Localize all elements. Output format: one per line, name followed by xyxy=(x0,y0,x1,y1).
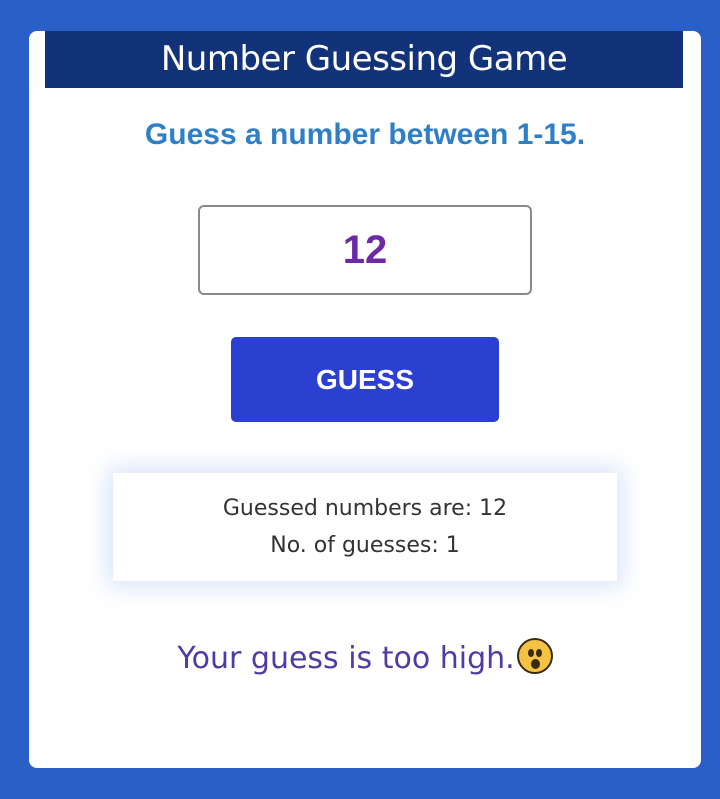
instruction-text: Guess a number between 1-15. xyxy=(144,118,586,151)
surprised-face-icon xyxy=(516,638,553,674)
guess-count-text: No. of guesses: 1 xyxy=(270,533,460,558)
guessed-numbers-text: Guessed numbers are: 12 xyxy=(222,496,508,521)
result-text: Your guess is too high. xyxy=(177,641,515,676)
result-message: Your guess is too high. xyxy=(29,637,701,681)
guess-button[interactable]: GUESS xyxy=(231,337,499,422)
page-title: Number Guessing Game xyxy=(45,31,683,88)
game-card: Number Guessing Game Guess a number betw… xyxy=(29,31,701,768)
guess-info-box: Guessed numbers are: 12 No. of guesses: … xyxy=(113,473,617,581)
guess-input[interactable] xyxy=(198,205,532,295)
